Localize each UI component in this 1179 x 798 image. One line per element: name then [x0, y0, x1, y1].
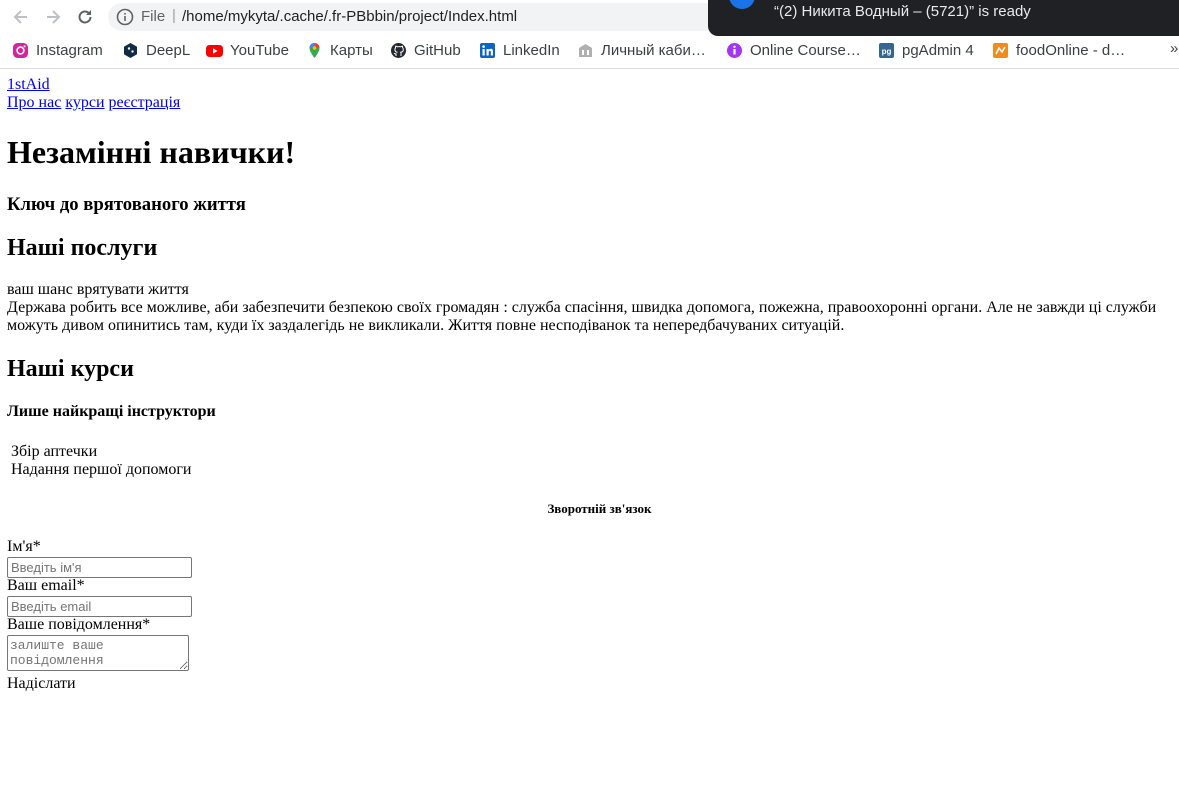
url-text[interactable]: /home/mykyta/.cache/.fr-PBbbin/project/I…	[182, 8, 517, 25]
reload-icon	[78, 10, 92, 24]
message-label: Ваше повідомлення*	[7, 616, 151, 633]
logo-link[interactable]: 1stAid	[7, 76, 50, 94]
bookmark-label: Instagram	[36, 41, 103, 59]
back-arrow-icon	[13, 10, 27, 24]
bookmark-maps[interactable]: Карты	[306, 38, 373, 62]
linkedin-icon	[479, 42, 496, 59]
bookmark-label: YouTube	[230, 41, 289, 59]
email-label: Ваш email*	[7, 577, 85, 594]
bookmark-foodonline[interactable]: foodOnline - d…	[992, 38, 1125, 62]
youtube-icon	[206, 42, 223, 59]
message-textarea[interactable]	[7, 635, 189, 671]
bookmarks-more-button[interactable]: »	[1170, 40, 1178, 57]
forward-arrow-icon	[47, 10, 61, 24]
bookmarks-bar: Instagram DeepL YouTube Карты GitHub Lin…	[0, 38, 1179, 62]
feedback-title: Зворотній зв'язок	[547, 501, 652, 516]
courses-subtitle: Лише найкращі інструктори	[7, 403, 216, 420]
download-notification[interactable]: “(2) Никита Водный – (5721)” is ready	[708, 0, 1179, 36]
menu-item-registration[interactable]: реєстрація	[109, 94, 181, 111]
services-subtitle: ваш шанс врятувати життя	[7, 281, 189, 298]
info-icon[interactable]	[116, 8, 134, 26]
download-notification-icon	[729, 0, 755, 9]
page-content: 1stAid Про нас курси реєстрація Незамінн…	[0, 69, 1179, 798]
menu-item-courses[interactable]: курси	[65, 94, 104, 111]
bookmark-linkedin[interactable]: LinkedIn	[479, 38, 560, 62]
bookmark-label: foodOnline - d…	[1016, 41, 1126, 59]
services-text: Держава робить все можливе, аби забезпеч…	[7, 299, 1157, 334]
bookmark-github[interactable]: GitHub	[390, 38, 461, 62]
bookmark-label: Карты	[330, 41, 373, 59]
download-notification-text: “(2) Никита Водный – (5721)” is ready	[774, 3, 1031, 20]
courses-title: Наші курси	[7, 356, 134, 382]
cabinet-icon	[577, 42, 594, 59]
forward-button[interactable]	[41, 5, 65, 29]
url-separator: |	[172, 7, 176, 24]
browser-toolbar: File | /home/mykyta/.cache/.fr-PBbbin/pr…	[0, 0, 1179, 69]
deepl-icon	[122, 42, 139, 59]
course-item: Збір аптечки	[11, 443, 98, 460]
url-scheme: File	[141, 8, 166, 25]
bookmark-youtube[interactable]: YouTube	[206, 38, 289, 62]
foodonline-icon	[992, 42, 1009, 59]
bookmark-label: GitHub	[414, 41, 461, 59]
bookmark-pgadmin[interactable]: pg pgAdmin 4	[878, 38, 974, 62]
submit-button[interactable]: Надіслати	[7, 675, 76, 693]
instagram-icon	[12, 42, 29, 59]
maps-icon	[306, 42, 323, 59]
menu-item-about[interactable]: Про нас	[7, 94, 61, 111]
course-icon	[726, 42, 743, 59]
bookmark-label: DeepL	[146, 41, 191, 59]
bookmark-label: Online Course…	[750, 41, 861, 59]
bookmark-label: Личный каби…	[601, 41, 706, 59]
course-item: Надання першої допомоги	[11, 461, 192, 478]
back-button[interactable]	[9, 5, 33, 29]
bookmark-online-course[interactable]: Online Course…	[726, 38, 861, 62]
name-label: Ім'я*	[7, 538, 41, 555]
hero-title: Незамінні навички!	[7, 134, 296, 170]
bookmark-instagram[interactable]: Instagram	[12, 38, 103, 62]
services-title: Наші послуги	[7, 235, 158, 261]
reload-button[interactable]	[73, 5, 97, 29]
bookmark-label: LinkedIn	[503, 41, 560, 59]
pgadmin-icon: pg	[878, 42, 895, 59]
address-bar[interactable]: File | /home/mykyta/.cache/.fr-PBbbin/pr…	[108, 3, 788, 31]
github-icon	[390, 42, 407, 59]
bookmark-deepl[interactable]: DeepL	[122, 38, 190, 62]
main-menu: Про нас курси реєстрація	[7, 94, 180, 112]
hero-subtitle: Ключ до врятованого життя	[7, 194, 246, 215]
bookmark-cabinet[interactable]: Личный каби…	[577, 38, 706, 62]
bookmark-label: pgAdmin 4	[902, 41, 974, 59]
name-input[interactable]	[7, 557, 192, 578]
svg-text:pg: pg	[882, 47, 892, 56]
email-input[interactable]	[7, 596, 192, 617]
